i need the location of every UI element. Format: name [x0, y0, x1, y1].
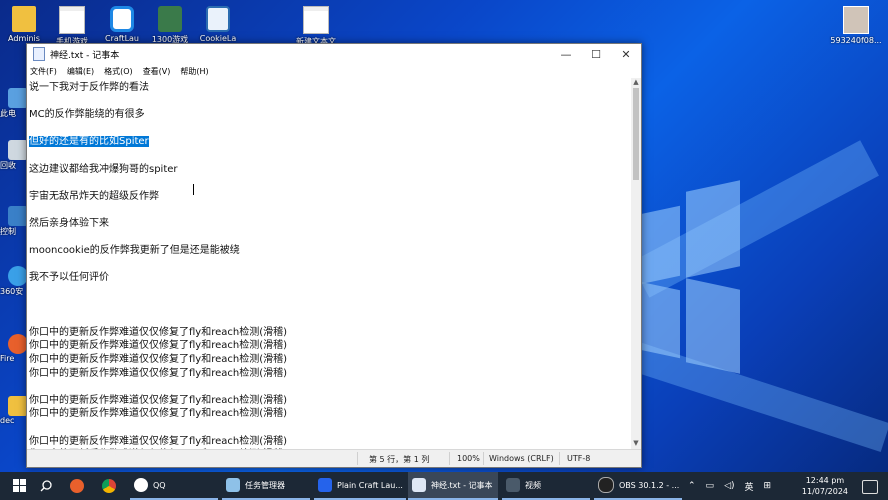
game-icon — [158, 6, 182, 32]
menu-bar: 文件(F) 编辑(E) 格式(O) 查看(V) 帮助(H) — [27, 64, 641, 78]
start-button[interactable] — [8, 472, 32, 500]
launcher-icon — [318, 478, 332, 492]
text-line: MC的反作弊能绕的有很多 — [29, 109, 145, 121]
text-line: 然后亲身体验下来 — [29, 218, 109, 229]
status-position: 第 5 行，第 1 列 — [369, 455, 430, 464]
text-line: 宇宙无敌吊炸天的超级反作弊 — [29, 190, 159, 202]
video-icon — [506, 478, 520, 492]
taskbar-taskmanager[interactable]: 任务管理器 — [222, 472, 310, 500]
launcher-icon — [110, 6, 134, 32]
recycle-bin-icon — [8, 140, 28, 160]
clock[interactable]: 12:44 pm 11/07/2024 — [802, 475, 848, 497]
status-eol: Windows (CRLF) — [489, 454, 554, 463]
menu-edit[interactable]: 编辑(E) — [67, 66, 94, 77]
windows-logo-wallpaper — [640, 180, 740, 374]
close-button[interactable]: ✕ — [611, 48, 641, 61]
volume-icon[interactable]: ◁) — [724, 481, 734, 491]
task-manager-icon — [226, 478, 240, 492]
ime-indicator[interactable]: 英 — [745, 480, 754, 493]
control-panel-icon — [8, 206, 28, 226]
scroll-up-icon[interactable]: ▲ — [631, 78, 641, 88]
text-line: 你口中的更新反作弊难道仅仅修复了fly和reach检测(滑稽) — [29, 408, 288, 420]
notification-icon[interactable] — [862, 480, 878, 494]
input-method-icon[interactable]: ⊞ — [764, 481, 772, 491]
text-line: 但好的还是有的比如Spiter — [29, 136, 149, 148]
search-icon — [40, 480, 52, 492]
status-encoding: UTF-8 — [567, 454, 591, 463]
notepad-icon — [33, 47, 45, 61]
document-icon — [303, 6, 329, 34]
chevron-up-icon[interactable]: ⌃ — [688, 481, 696, 491]
minimize-button[interactable]: — — [551, 48, 581, 61]
taskbar-video[interactable]: 视频 — [502, 472, 590, 500]
clock-date: 11/07/2024 — [801, 487, 848, 496]
desktop: Adminis 手机游戏 CraftLau 1300游戏 CookieLa 新建… — [0, 0, 888, 472]
title-bar[interactable]: 神经.txt - 记事本 — ☐ ✕ — [27, 44, 641, 64]
text-line: 我不予以任何评价 — [29, 272, 109, 284]
vertical-scrollbar[interactable]: ▲ ▼ — [631, 78, 641, 449]
folder-icon — [8, 396, 28, 416]
firefox-icon — [8, 334, 28, 354]
notepad-window: 神经.txt - 记事本 — ☐ ✕ 文件(F) 编辑(E) 格式(O) 查看(… — [26, 43, 642, 468]
mouse-cursor-icon — [193, 184, 196, 195]
text-line: 这边建议都给我冲爆狗哥的spiter — [29, 163, 178, 175]
firefox-icon — [70, 479, 84, 493]
window-title: 神经.txt - 记事本 — [50, 50, 120, 61]
status-zoom: 100% — [457, 454, 480, 463]
system-tray: ⌃ ▭ ◁) 英 ⊞ — [688, 472, 771, 500]
taskbar-plaincraft[interactable]: Plain Craft Lau... — [314, 472, 406, 500]
search-button[interactable] — [40, 472, 54, 500]
text-line: 你口中的更新反作弊难道仅仅修复了fly和reach检测(滑稽) — [29, 367, 288, 379]
notepad-icon — [412, 478, 426, 492]
taskbar-chrome[interactable] — [102, 472, 121, 500]
360-icon — [8, 266, 28, 286]
text-line: mooncookie的反作弊我更新了但是还是能被绕 — [29, 245, 240, 257]
status-bar: 第 5 行，第 1 列 100% Windows (CRLF) UTF-8 — [27, 449, 641, 467]
menu-view[interactable]: 查看(V) — [143, 66, 171, 77]
photo-icon — [843, 6, 869, 34]
clock-time: 12:44 pm — [805, 476, 845, 485]
taskbar: QQ 任务管理器 Plain Craft Lau... 神经.txt - 记事本… — [0, 472, 888, 500]
document-icon — [59, 6, 85, 34]
qq-icon — [134, 478, 148, 492]
menu-format[interactable]: 格式(O) — [104, 66, 133, 77]
network-icon[interactable]: ▭ — [706, 481, 715, 491]
launcher-icon — [206, 6, 230, 32]
taskbar-firefox[interactable] — [70, 472, 89, 500]
text-editor[interactable]: 说一下我对于反作弊的看法 MC的反作弊能绕的有很多 但好的还是有的比如Spiter 这… — [27, 78, 630, 449]
computer-icon — [8, 88, 28, 108]
text-line: 说一下我对于反作弊的看法 — [29, 82, 149, 93]
scroll-thumb[interactable] — [633, 88, 639, 180]
obs-icon — [598, 477, 614, 493]
menu-file[interactable]: 文件(F) — [30, 66, 57, 77]
folder-icon — [12, 6, 36, 32]
chrome-icon — [102, 479, 116, 493]
scroll-down-icon[interactable]: ▼ — [631, 439, 641, 449]
taskbar-notepad[interactable]: 神经.txt - 记事本 — [408, 472, 498, 500]
desktop-icon-photo[interactable]: 593240f08... — [826, 6, 886, 50]
windows-start-icon — [13, 479, 26, 492]
menu-help[interactable]: 帮助(H) — [180, 66, 208, 77]
taskbar-qq[interactable]: QQ — [130, 472, 218, 500]
maximize-button[interactable]: ☐ — [581, 48, 611, 61]
taskbar-obs[interactable]: OBS 30.1.2 - ... — [594, 472, 682, 500]
